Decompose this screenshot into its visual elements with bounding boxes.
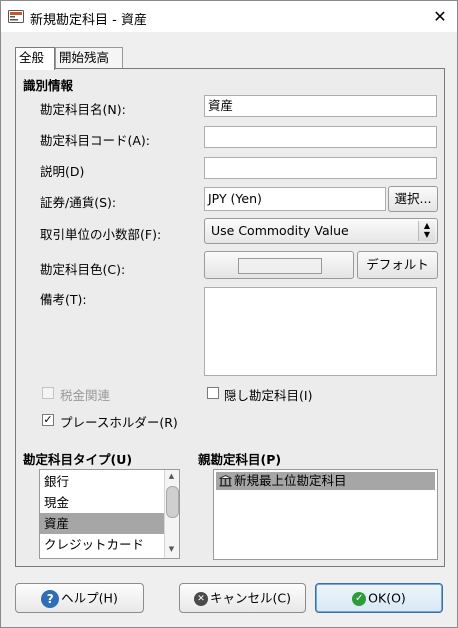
window-title: 新規勘定科目 - 資産 (30, 13, 147, 28)
notes-textarea[interactable] (204, 287, 437, 376)
placeholder-label: プレースホルダー(R) (60, 415, 178, 430)
description-input[interactable] (204, 157, 437, 179)
cancel-button[interactable]: ✕ キャンセル(C) (179, 583, 306, 613)
ok-label: OK(O) (368, 590, 406, 606)
default-color-button[interactable]: デフォルト (357, 251, 438, 279)
parent-account-tree[interactable]: 新規最上位勘定科目 (213, 469, 438, 560)
account-color-label: 勘定科目色(C): (40, 262, 126, 277)
account-type-credit-card[interactable]: クレジットカード (40, 534, 164, 555)
hidden-account-checkbox[interactable] (207, 387, 219, 399)
tax-related-checkbox (42, 387, 54, 399)
gnucash-app-icon (8, 10, 24, 23)
dialog-window: 新規勘定科目 - 資産 ✕ 全般 開始残高 識別情報 勘定科目名(N): 資産 … (0, 0, 458, 628)
cancel-icon: ✕ (194, 591, 208, 606)
bank-icon (219, 475, 232, 487)
placeholder-checkbox[interactable]: ✓ (42, 414, 54, 426)
section-title: 識別情報 (23, 78, 74, 93)
smallest-fraction-label: 取引単位の小数部(F): (40, 227, 162, 242)
close-icon: ✕ (433, 7, 447, 26)
security-input[interactable]: JPY (Yen) (204, 187, 386, 211)
color-swatch (238, 258, 322, 274)
help-icon: ? (41, 589, 60, 608)
smallest-fraction-value: Use Commodity Value (211, 223, 349, 238)
scroll-up-icon[interactable]: ▲ (166, 472, 177, 482)
account-type-items: 銀行 現金 資産 クレジットカード (40, 471, 164, 555)
select-security-button[interactable]: 選択... (388, 186, 438, 212)
account-type-cash[interactable]: 現金 (40, 492, 164, 513)
account-type-bank[interactable]: 銀行 (40, 471, 164, 492)
account-name-input[interactable]: 資産 (204, 95, 437, 117)
ok-button[interactable]: ✓ OK(O) (315, 583, 443, 613)
tree-item-label: 新規最上位勘定科目 (234, 473, 347, 488)
hidden-account-label: 隠し勘定科目(I) (224, 388, 313, 403)
cancel-label: キャンセル(C) (210, 590, 291, 606)
help-label: ヘルプ(H) (61, 590, 118, 606)
account-type-scrollbar[interactable]: ▲ ▼ (164, 470, 179, 558)
scroll-thumb[interactable] (166, 486, 179, 518)
ok-check-icon: ✓ (352, 591, 367, 606)
notes-label: 備考(T): (40, 292, 87, 307)
account-code-input[interactable] (204, 126, 437, 148)
scroll-down-icon[interactable]: ▼ (166, 545, 177, 555)
tax-related-label: 税金関連 (60, 388, 111, 403)
tab-general[interactable]: 全般 (15, 47, 55, 70)
account-name-label: 勘定科目名(N): (40, 102, 126, 117)
security-label: 証券/通貨(S): (40, 195, 117, 210)
account-code-label: 勘定科目コード(A): (40, 133, 151, 148)
title-bar: 新規勘定科目 - 資産 ✕ (1, 1, 457, 32)
description-label: 説明(D) (40, 164, 85, 179)
close-button[interactable]: ✕ (423, 1, 457, 32)
account-type-list[interactable]: 銀行 現金 資産 クレジットカード ▲ ▼ (39, 469, 180, 559)
account-color-button[interactable] (204, 251, 354, 279)
general-panel: 識別情報 勘定科目名(N): 資産 勘定科目コード(A): 説明(D) 証券/通… (15, 68, 445, 567)
parent-account-title: 親勘定科目(P) (198, 452, 282, 467)
smallest-fraction-select[interactable]: Use Commodity Value ▲ ▼ (204, 218, 438, 244)
checkmark-icon: ✓ (43, 413, 53, 426)
tree-item-new-top-level[interactable]: 新規最上位勘定科目 (216, 472, 435, 490)
updown-arrows-icon: ▲ ▼ (418, 221, 435, 241)
account-type-title: 勘定科目タイプ(U) (23, 452, 133, 467)
tab-opening-balance[interactable]: 開始残高 (55, 47, 123, 69)
account-type-asset[interactable]: 資産 (40, 513, 164, 534)
help-button[interactable]: ? ヘルプ(H) (15, 583, 144, 613)
